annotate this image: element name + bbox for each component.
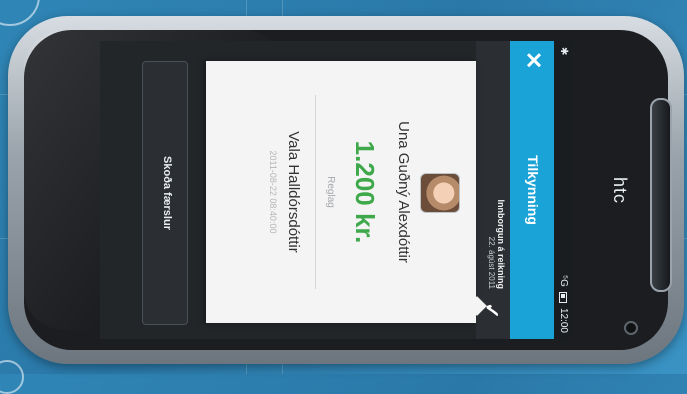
status-right: ⁵G 12:00 (558, 275, 569, 333)
screen-viewport: ✱ ⁵G 12:00 ✕ Tilkynning Innborgun á reik… (100, 41, 572, 339)
bluetooth-icon: ✱ (558, 47, 569, 56)
bg-circle-top (0, 0, 40, 26)
brand-logo: htc (610, 176, 631, 205)
recipient-name: Vala Halldórsdóttir (285, 131, 302, 253)
phone-screen: ✱ ⁵G 12:00 ✕ Tilkynning Innborgun á reik… (100, 41, 572, 339)
detail-label: Reglag (325, 176, 336, 208)
notification-date: 22. ágúst 2011 (487, 236, 496, 289)
amount-value: 1.200 kr. (350, 140, 380, 244)
bg-circle-bottom (0, 360, 24, 394)
battery-icon (559, 291, 568, 303)
payer-name: Una Guðný Alexdóttir (395, 121, 412, 263)
card-divider (315, 95, 316, 289)
notification-meta: Innborgun á reikning 22. ágúst 2011 (487, 200, 506, 290)
view-transactions-label: Skoða færslur (161, 156, 173, 230)
notification-card: Una Guðný Alexdóttir 1.200 kr. Reglag Va… (206, 61, 487, 323)
status-bar: ✱ ⁵G 12:00 (554, 41, 572, 339)
signal-icon: ⁵G (558, 275, 569, 287)
front-camera (624, 321, 638, 335)
notification-type: Innborgun á reikning (496, 199, 506, 290)
avatar (420, 173, 460, 213)
view-transactions-button[interactable]: Skoða færslur (142, 61, 188, 325)
earpiece-speaker (650, 98, 672, 292)
notification-header[interactable]: Innborgun á reikning 22. ágúst 2011 ✓ (476, 41, 510, 339)
clock: 12:00 (558, 307, 569, 333)
page-title: Tilkynning (525, 155, 541, 225)
title-bar: ✕ Tilkynning (510, 41, 554, 339)
timestamp: 2011-08-22 08:40:00 (268, 150, 278, 234)
